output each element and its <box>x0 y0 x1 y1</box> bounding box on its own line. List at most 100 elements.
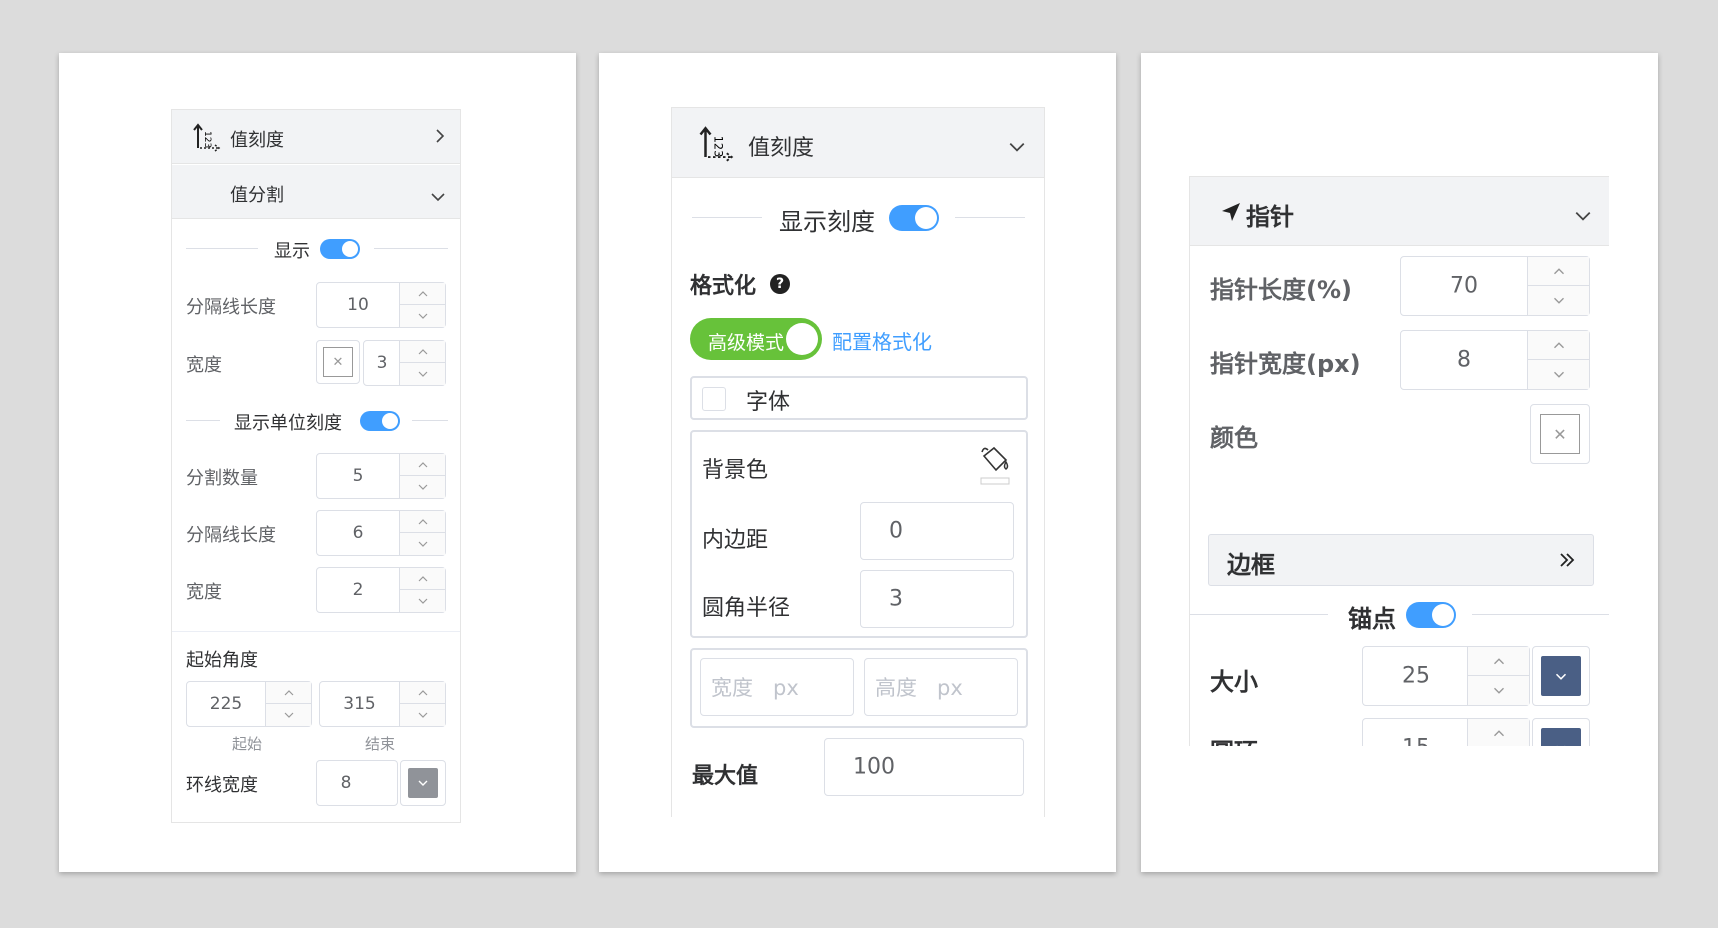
height-px-input[interactable]: 高度 px <box>864 658 1018 716</box>
chevron-up-icon[interactable] <box>1468 719 1529 746</box>
value-scale-icon: 123 <box>698 122 738 166</box>
border-collapse[interactable]: 边框 <box>1208 534 1594 586</box>
header-value-scale[interactable]: 123 值刻度 <box>672 108 1044 178</box>
chevron-down-icon[interactable] <box>400 476 445 498</box>
chevron-down-icon[interactable] <box>400 590 445 612</box>
pointer-length-input[interactable]: 70 <box>1400 256 1590 316</box>
split-count-input[interactable]: 5 <box>316 453 446 499</box>
ring-width-dropdown[interactable] <box>400 760 446 806</box>
max-input[interactable]: 100 <box>824 738 1024 796</box>
chevron-up-icon[interactable] <box>400 341 445 363</box>
pointer-width-stepper[interactable] <box>1527 331 1589 389</box>
paint-bucket-icon[interactable] <box>978 444 1012 492</box>
unit-width-input[interactable]: 2 <box>316 567 446 613</box>
chevron-down-icon[interactable] <box>1528 360 1589 389</box>
font-label: 字体 <box>746 390 791 415</box>
chevron-down-icon[interactable] <box>400 533 445 555</box>
pointer-length-stepper[interactable] <box>1527 257 1589 315</box>
panel-pointer: 指针 指针长度(%) 70 指针宽度(px) 8 颜色 ✕ 边框 锚点 大小 2… <box>1189 176 1609 746</box>
end-angle-input[interactable]: 315 <box>319 681 446 727</box>
config-format-link[interactable]: 配置格式化 <box>832 326 932 355</box>
chevron-right-icon <box>434 128 446 148</box>
ring-width-input[interactable]: 8 <box>316 760 398 806</box>
background-label: 背景色 <box>702 458 769 483</box>
show-scale-switch[interactable] <box>889 205 939 231</box>
chevron-down-icon[interactable] <box>1528 286 1589 315</box>
ring-dropdown[interactable] <box>1532 718 1590 746</box>
ring-stepper[interactable] <box>1467 719 1529 746</box>
ring-input[interactable]: 15 <box>1362 718 1530 746</box>
chevron-up-icon[interactable] <box>266 682 311 704</box>
card-value-scale-split: 123 值刻度 值分割 显示 分隔线长度 10 宽度 ✕ 3 显示单位刻度 分割… <box>59 53 576 872</box>
subheader-title: 值分割 <box>230 185 284 206</box>
radius-input[interactable]: 3 <box>860 570 1014 628</box>
start-angle-input[interactable]: 225 <box>186 681 312 727</box>
unit-split-line-length-input[interactable]: 6 <box>316 510 446 556</box>
font-checkbox[interactable] <box>702 387 726 411</box>
width-input[interactable]: 3 <box>363 340 446 386</box>
end-angle-stepper[interactable] <box>399 682 445 726</box>
show-switch[interactable] <box>320 239 360 259</box>
show-scale-label: 显示刻度 <box>779 208 875 236</box>
chevron-up-icon[interactable] <box>400 682 445 704</box>
svg-text:123: 123 <box>711 136 724 157</box>
chevron-up-icon[interactable] <box>1528 331 1589 360</box>
anchor-switch[interactable] <box>1406 602 1456 628</box>
chevron-up-icon[interactable] <box>400 511 445 533</box>
panel-value-scale: 123 值刻度 显示刻度 格式化 ? 高级模式 配置格式化 字体 背景色 内边距… <box>671 107 1045 817</box>
card-value-scale-format: 123 值刻度 显示刻度 格式化 ? 高级模式 配置格式化 字体 背景色 内边距… <box>599 53 1116 872</box>
color-label: 颜色 <box>1210 424 1258 452</box>
panel-value-scale: 123 值刻度 值分割 显示 分隔线长度 10 宽度 ✕ 3 显示单位刻度 分割… <box>171 109 461 823</box>
font-row[interactable]: 字体 <box>690 376 1028 420</box>
section-divider <box>172 631 460 632</box>
chevron-down-icon[interactable] <box>266 704 311 726</box>
show-label: 显示 <box>274 241 310 262</box>
header-pointer[interactable]: 指针 <box>1190 176 1609 246</box>
start-caption: 起始 <box>232 735 263 753</box>
unit-split-line-length-stepper[interactable] <box>399 511 445 555</box>
size-input[interactable]: 25 <box>1362 646 1530 706</box>
chevron-up-icon[interactable] <box>400 454 445 476</box>
chevron-up-icon[interactable] <box>400 283 445 305</box>
header-value-scale[interactable]: 123 值刻度 <box>172 110 460 164</box>
end-caption: 结束 <box>365 735 396 753</box>
background-group: 背景色 内边距 0 圆角半径 3 <box>690 430 1028 638</box>
size-stepper[interactable] <box>1467 647 1529 705</box>
anchor-label: 锚点 <box>1348 605 1396 633</box>
color-picker[interactable]: ✕ <box>1530 404 1590 464</box>
unit-width-stepper[interactable] <box>399 568 445 612</box>
split-count-stepper[interactable] <box>399 454 445 498</box>
chevron-down-icon <box>1574 207 1592 226</box>
chevron-up-icon[interactable] <box>400 568 445 590</box>
chevron-down-icon <box>1541 656 1581 696</box>
split-line-length-input[interactable]: 10 <box>316 282 446 328</box>
chevron-down-icon[interactable] <box>400 704 445 726</box>
chevron-up-icon[interactable] <box>1468 647 1529 676</box>
border-label: 边框 <box>1227 551 1275 579</box>
chevron-down-icon[interactable] <box>400 363 445 385</box>
width-color-picker[interactable]: ✕ <box>316 340 360 384</box>
chevron-down-icon[interactable] <box>1468 676 1529 705</box>
show-unit-scale-switch[interactable] <box>360 411 400 431</box>
size-dropdown[interactable] <box>1532 646 1590 706</box>
pointer-width-label: 指针宽度(px) <box>1210 350 1361 378</box>
size-label: 大小 <box>1210 668 1258 696</box>
divider-right <box>955 217 1025 218</box>
start-angle-stepper[interactable] <box>265 682 311 726</box>
chevron-up-icon[interactable] <box>1528 257 1589 286</box>
size-group: 宽度 px 高度 px <box>690 648 1028 728</box>
question-circle-icon[interactable]: ? <box>770 274 790 294</box>
split-line-length-stepper[interactable] <box>399 283 445 327</box>
width-px-input[interactable]: 宽度 px <box>700 658 854 716</box>
advanced-mode-switch[interactable]: 高级模式 <box>690 318 822 360</box>
ring-width-label: 环线宽度 <box>186 775 258 796</box>
start-angle-label: 起始角度 <box>186 650 258 671</box>
width-stepper[interactable] <box>399 341 445 385</box>
chevron-down-icon[interactable] <box>400 305 445 327</box>
divider-right <box>1472 614 1609 615</box>
header-title: 值刻度 <box>748 136 815 161</box>
pointer-width-input[interactable]: 8 <box>1400 330 1590 390</box>
subheader-value-split[interactable]: 值分割 <box>172 165 460 219</box>
padding-input[interactable]: 0 <box>860 502 1014 560</box>
divider-left <box>186 420 220 421</box>
